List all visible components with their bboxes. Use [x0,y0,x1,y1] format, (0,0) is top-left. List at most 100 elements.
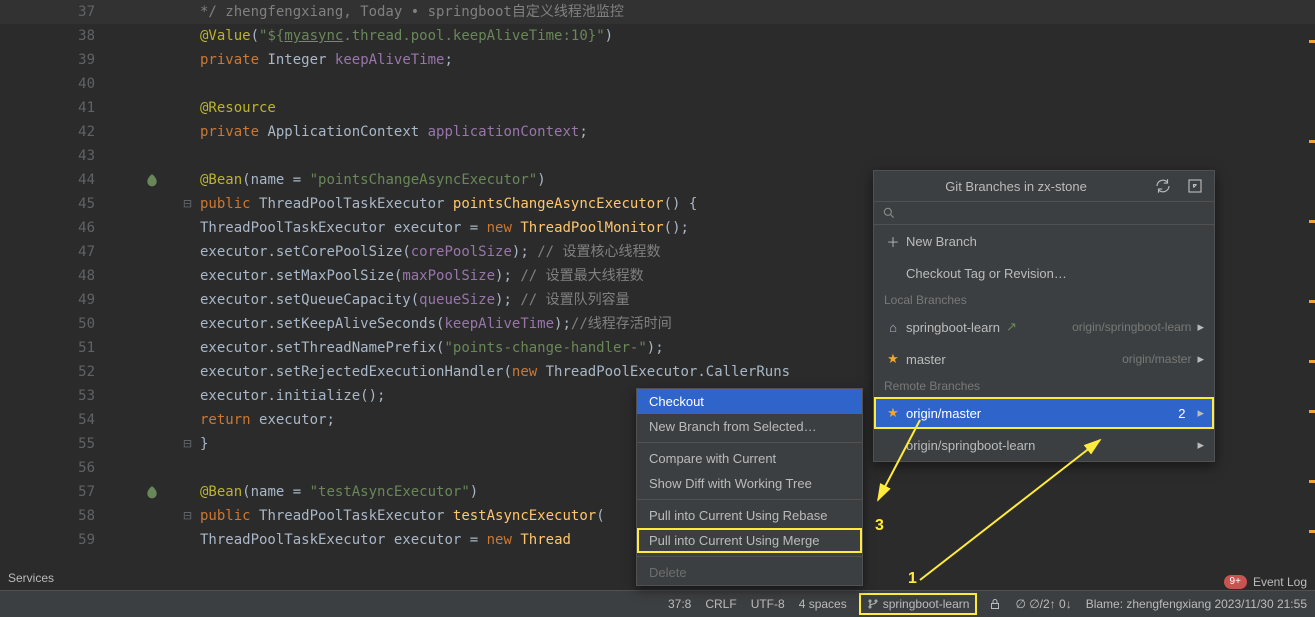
code-line[interactable]: 38 @Value("${myasync.thread.pool.keepAli… [0,24,1315,48]
gutter [105,48,175,72]
event-log-label: Event Log [1253,575,1307,589]
fold-handle[interactable]: ⊟ [175,432,200,456]
indent-setting[interactable]: 4 spaces [799,597,847,611]
file-encoding[interactable]: UTF-8 [751,597,785,611]
line-number: 44 [0,168,105,192]
code-text[interactable]: private ApplicationContext applicationCo… [200,120,1315,144]
plus-icon: ＋ [884,232,902,251]
git-branches-popup: Git Branches in zx-stone ＋ New Branch Ch… [873,170,1215,462]
notification-badge: 9+ [1224,575,1247,589]
menu-item-pull-into-current-using-merge[interactable]: Pull into Current Using Merge [637,528,862,553]
fold-handle[interactable]: ⊟ [175,504,200,528]
menu-item-compare-with-current[interactable]: Compare with Current [637,446,862,471]
fold-handle [175,312,200,336]
gutter [105,432,175,456]
code-text[interactable]: @Value("${myasync.thread.pool.keepAliveT… [200,24,1315,48]
gutter [105,0,175,24]
code-line[interactable]: 43 [0,144,1315,168]
gutter [105,24,175,48]
chevron-right-icon: ▸ [1197,319,1204,335]
menu-item-show-diff-with-working-tree[interactable]: Show Diff with Working Tree [637,471,862,496]
code-text[interactable] [200,144,1315,168]
star-icon: ★ [884,405,902,421]
fold-handle [175,336,200,360]
code-text[interactable] [200,72,1315,96]
fold-handle [175,96,200,120]
line-number: 43 [0,144,105,168]
code-line[interactable]: 42 private ApplicationContext applicatio… [0,120,1315,144]
gutter [105,408,175,432]
gutter [105,120,175,144]
fold-handle [175,120,200,144]
chevron-right-icon: ▸ [1197,405,1204,421]
event-log-button[interactable]: 9+ Event Log [1224,575,1307,589]
tag-icon: ⌂ [884,320,902,335]
branch-search[interactable] [874,201,1214,225]
gutter [105,528,175,552]
chevron-right-icon: ▸ [1197,351,1204,367]
code-text[interactable]: private Integer keepAliveTime; [200,48,1315,72]
local-branch-master[interactable]: ★ master origin/master ▸ [874,343,1214,375]
line-number: 52 [0,360,105,384]
star-icon: ★ [884,351,902,367]
line-number: 46 [0,216,105,240]
code-line[interactable]: 40 [0,72,1315,96]
line-number: 58 [0,504,105,528]
branch-context-menu: CheckoutNew Branch from Selected… Compare… [636,388,863,586]
fold-handle [175,480,200,504]
line-number: 37 [0,0,105,24]
gutter [105,288,175,312]
expand-icon[interactable] [1186,177,1204,195]
caret-position[interactable]: 37:8 [668,597,691,611]
code-text[interactable]: @Resource [200,96,1315,120]
blame-info: Blame: zhengfengxiang 2023/11/30 21:55 [1086,597,1307,611]
lock-icon[interactable] [989,598,1001,610]
line-number: 38 [0,24,105,48]
services-toolwindow-tab[interactable]: Services [2,567,60,589]
code-line[interactable]: 41 @Resource [0,96,1315,120]
fold-handle [175,24,200,48]
gutter [105,504,175,528]
refresh-icon[interactable] [1154,177,1172,195]
local-branch-springboot-learn[interactable]: ⌂ springboot-learn ↗ origin/springboot-l… [874,311,1214,343]
new-branch-item[interactable]: ＋ New Branch [874,225,1214,257]
git-sync-status[interactable]: ∅ ∅/2↑ 0↓ [1015,597,1071,611]
gutter [105,192,175,216]
gutter [105,480,175,504]
remote-branch-origin-master[interactable]: ★ origin/master 2 ▸ [874,397,1214,429]
branch-icon [867,598,879,610]
line-number: 57 [0,480,105,504]
fold-handle [175,360,200,384]
line-number: 49 [0,288,105,312]
gutter [105,72,175,96]
gutter [105,240,175,264]
line-number: 53 [0,384,105,408]
gutter [105,216,175,240]
gutter [105,96,175,120]
menu-item-pull-into-current-using-rebase[interactable]: Pull into Current Using Rebase [637,503,862,528]
error-stripe[interactable] [1309,0,1315,576]
fold-handle [175,264,200,288]
code-line[interactable]: 37 */ zhengfengxiang, Today • springboot… [0,0,1315,24]
code-line[interactable]: 39 private Integer keepAliveTime; [0,48,1315,72]
menu-item-checkout[interactable]: Checkout [637,389,862,414]
remote-branch-origin-springboot-learn[interactable]: origin/springboot-learn ▸ [874,429,1214,461]
checkout-tag-item[interactable]: Checkout Tag or Revision… [874,257,1214,289]
line-separator[interactable]: CRLF [705,597,736,611]
menu-separator [637,499,862,500]
branches-popup-title: Git Branches in zx-stone [884,179,1148,194]
fold-handle [175,0,200,24]
fold-handle[interactable]: ⊟ [175,192,200,216]
status-bar: 37:8 CRLF UTF-8 4 spaces springboot-lear… [0,590,1315,617]
menu-item-new-branch-from-selected[interactable]: New Branch from Selected… [637,414,862,439]
line-number: 55 [0,432,105,456]
code-text[interactable]: */ zhengfengxiang, Today • springboot自定义… [200,0,1315,24]
line-number: 48 [0,264,105,288]
annotation-number-2: 2 [1178,406,1185,421]
gutter [105,312,175,336]
local-branches-header: Local Branches [874,289,1214,311]
branches-popup-title-bar: Git Branches in zx-stone [874,171,1214,201]
fold-handle [175,408,200,432]
fold-handle [175,240,200,264]
git-branch-status[interactable]: springboot-learn [861,595,976,613]
